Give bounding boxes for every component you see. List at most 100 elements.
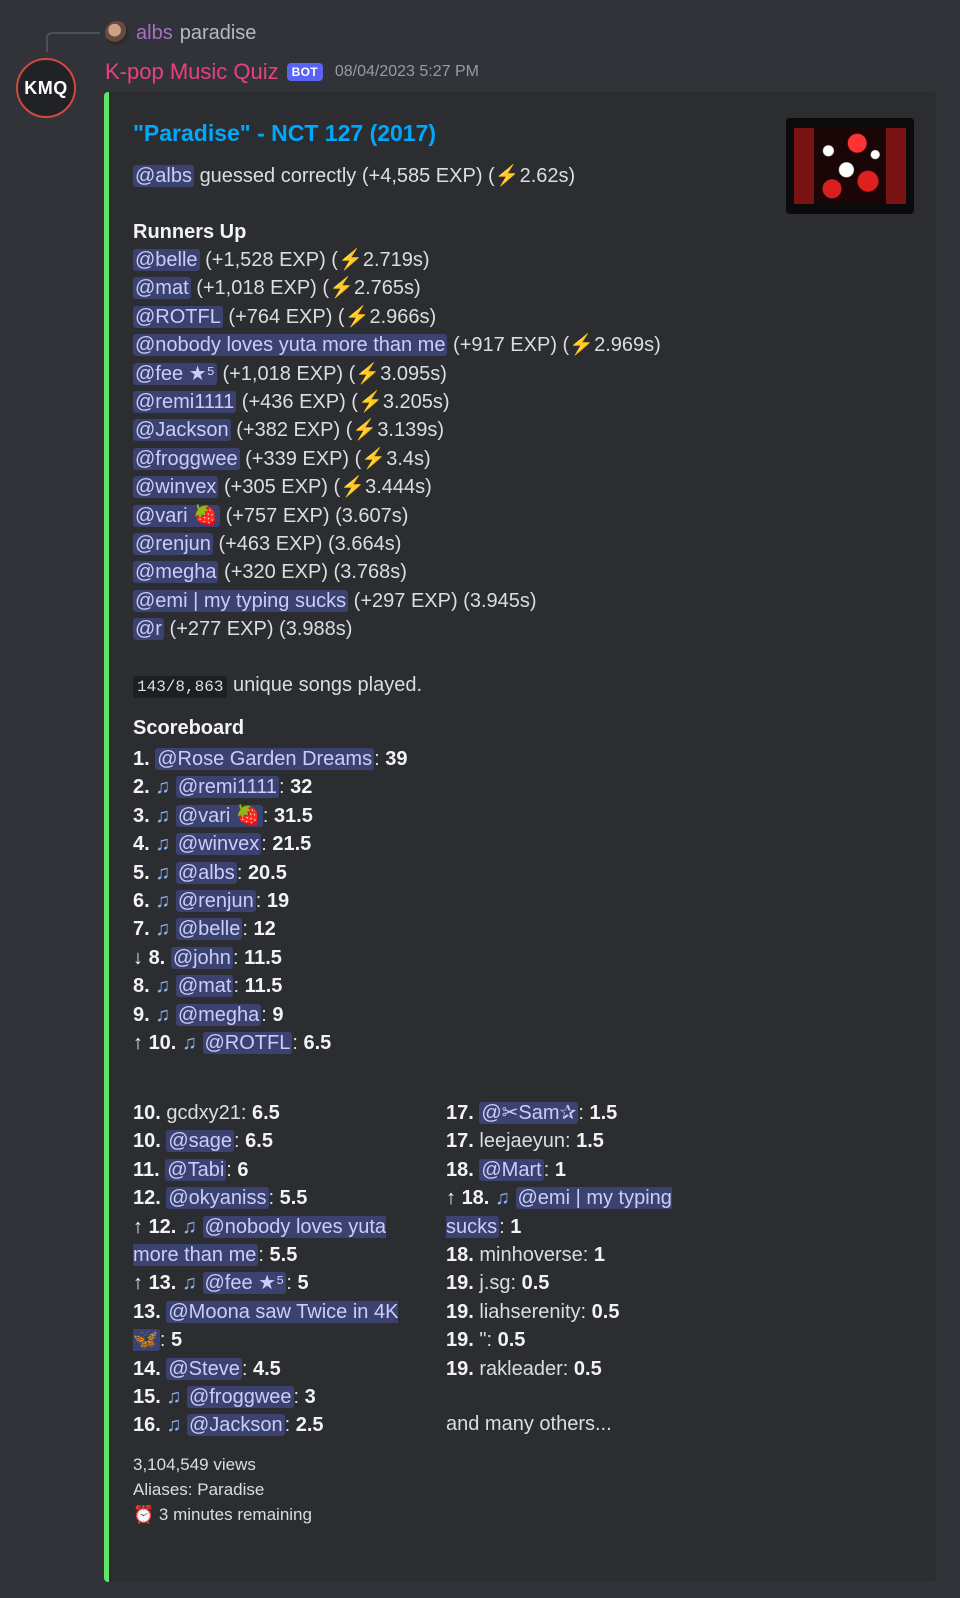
rank-number: 4. [133,833,150,856]
runner-mention[interactable]: @mat [133,277,191,300]
scoreboard-row: 7. ♫ @belle: 12 [133,918,276,941]
scoreboard-line: 3. ♫ @vari 🍓: 31.5 [133,803,313,829]
runner-mention[interactable]: @r [133,618,164,641]
player-mention[interactable]: @Tabi [165,1158,227,1181]
player-score: 2.5 [295,1414,324,1437]
player-mention[interactable]: @sage [166,1130,235,1153]
player-mention[interactable]: @renjun [175,890,256,912]
runner-up-row: @vari 🍓 (+757 EXP) (3.607s) [133,503,408,529]
runner-time: 2.765s) [353,277,421,300]
runner-mention[interactable]: @megha [133,561,219,584]
reply-author[interactable]: albs [136,22,173,45]
runner-time: 3.768s) [340,561,407,584]
runner-mention[interactable]: @froggwee [133,447,240,470]
songs-played-code: 143/8,863 [133,676,228,698]
runner-mention[interactable]: @emi | my typing sucks [133,589,349,612]
rank-number: 8. [133,975,150,998]
runner-mention[interactable]: @renjun [133,533,213,555]
player-mention[interactable]: @✂Sam✰ [479,1102,579,1124]
rank-number: 17. [446,1130,474,1153]
music-note-icon: ♫ [155,776,171,799]
rank-number: 17. [446,1102,474,1124]
player-mention[interactable]: @vari 🍓 [175,804,263,827]
embed-title[interactable]: "Paradise" - NCT 127 (2017) [133,120,436,147]
player-name: minhoverse [479,1244,583,1267]
scoreboard-row: 12. @okyaniss: 5.5 [133,1187,308,1210]
player-score: 31.5 [273,804,313,827]
scoreboard-row: ↑ 12. ♫ @nobody loves yuta more than me:… [133,1215,387,1267]
runner-up-row: @emi | my typing sucks (+297 EXP) (3.945… [133,588,537,614]
bot-name[interactable]: K-pop Music Quiz [105,59,279,85]
rank-number: 11. [133,1158,160,1181]
player-mention[interactable]: @remi1111 [175,776,280,799]
player-mention[interactable]: @ROTFL [202,1032,293,1054]
rank-number: 14. [133,1357,161,1380]
embed-thumbnail[interactable] [786,118,914,214]
player-mention[interactable]: @okyaniss [166,1187,269,1210]
player-mention[interactable]: @megha [175,1003,262,1026]
player-score: 12 [253,918,276,941]
music-note-icon: ♫ [181,1272,197,1295]
player-mention[interactable]: @Jackson [186,1414,285,1437]
runner-time: 3.664s) [334,533,402,555]
player-score: 11.5 [244,975,283,998]
player-mention[interactable]: @mat [175,975,234,998]
player-mention[interactable]: @john [170,946,233,969]
runner-up-row: @megha (+320 EXP) (3.768s) [133,559,407,585]
player-score: 0.5 [497,1329,526,1352]
runner-mention[interactable]: @Jackson [133,419,231,442]
runner-mention[interactable]: @ROTFL [133,305,223,328]
runner-mention[interactable]: @winvex [133,476,219,499]
scoreboard-row: 18. minhoverse: 1 [446,1244,606,1267]
player-mention[interactable]: @froggwee [186,1386,294,1409]
player-score: 20.5 [247,861,287,884]
scoreboard-line: 5. ♫ @albs: 20.5 [133,860,287,886]
player-mention[interactable]: @Mart [479,1158,544,1181]
scoreboard-title: Scoreboard [133,717,245,739]
rank-arrow-icon: ↑ [133,1215,143,1238]
scoreboard-line: 4. ♫ @winvex: 21.5 [133,831,311,857]
reply-avatar[interactable] [105,21,129,45]
scoreboard-left-column: 10. gcdxy21: 6.5 10. @sage: 6.5 11. @Tabi:… [133,1099,423,1440]
reply-text[interactable]: paradise [180,22,257,45]
runner-mention[interactable]: @remi1111 [133,391,237,413]
player-mention[interactable]: @Steve [166,1357,242,1380]
music-note-icon: ♫ [155,918,171,941]
runner-up-row: @mat (+1,018 EXP) (⚡2.765s) [133,275,421,301]
player-mention[interactable]: @winvex [175,833,262,856]
scoreboard-row: 19. liahserenity: 0.5 [446,1300,620,1323]
player-score: 1 [593,1244,606,1267]
songs-played-line: 143/8,863 unique songs played. [133,672,422,700]
scoreboard-row: 16. ♫ @Jackson: 2.5 [133,1414,324,1437]
lightning-icon: ⚡ [352,419,378,442]
winner-mention[interactable]: @albs [133,165,194,187]
bot-avatar[interactable]: KMQ [16,58,76,118]
runner-time: 3.444s) [365,476,432,499]
player-mention[interactable]: @fee ★⁵ [202,1272,287,1295]
player-score: 6.5 [303,1032,332,1054]
lightning-icon: ⚡ [569,334,595,357]
runner-mention[interactable]: @nobody loves yuta more than me [133,334,448,357]
player-mention[interactable]: @belle [175,918,243,941]
runner-exp: (+436 EXP) ( [241,391,358,413]
reply-reference[interactable]: albs paradise [105,20,256,46]
player-score: 3 [304,1386,316,1409]
rank-number: 3. [133,804,150,827]
runner-mention[interactable]: @vari 🍓 [133,504,220,527]
scoreboard-row: 11. @Tabi: 6 [133,1158,249,1181]
music-note-icon: ♫ [181,1032,197,1054]
scoreboard-row: 10. @sage: 6.5 [133,1130,273,1153]
message-timestamp[interactable]: 08/04/2023 5:27 PM [335,63,479,81]
rank-number: 16. [133,1414,161,1437]
runner-time: 3.988s) [285,618,353,641]
runner-mention[interactable]: @fee ★⁵ [133,362,217,385]
player-mention[interactable]: @Rose Garden Dreams [155,748,375,770]
rank-number: 13. [148,1272,177,1295]
player-mention[interactable]: @albs [175,861,237,884]
rank-arrow-icon: ↑ [133,1272,143,1295]
scoreboard-line: 8. ♫ @mat: 11.5 [133,973,282,999]
music-note-icon: ♫ [155,1003,171,1026]
runner-mention[interactable]: @belle [133,249,200,271]
lightning-icon: ⚡ [494,165,520,187]
runner-up-row: @froggwee (+339 EXP) (⚡3.4s) [133,446,431,472]
